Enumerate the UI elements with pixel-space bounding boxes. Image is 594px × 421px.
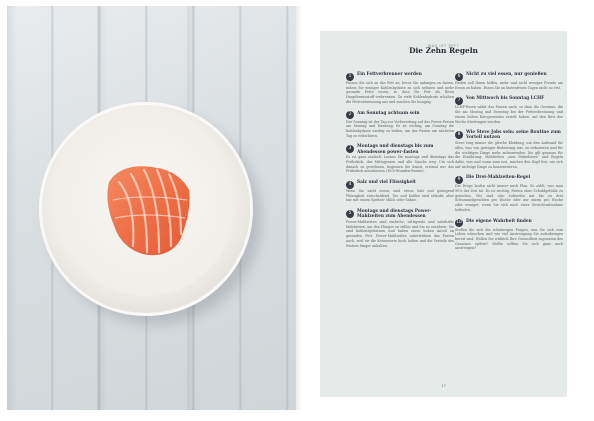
- rule-item: 3 Montags und dienstags bis zum Abendess…: [346, 144, 454, 174]
- rule-number-badge: 1: [346, 72, 354, 81]
- rule-item: 6 Nicht zu viel essen, nur genießen Fast…: [455, 72, 563, 90]
- rule-body: Power-Mahlzeiten sind einfache, sättigen…: [346, 220, 454, 248]
- rule-body: Die Drogs laufen nicht immer nach Plan. …: [455, 184, 563, 212]
- rule-item: 5 Montags und dienstags Power-Mahlzeiten…: [346, 209, 454, 248]
- wood-plank-shadow: [7, 6, 17, 410]
- rule-title: Am Sonntag achtsam sein: [357, 110, 420, 116]
- rule-number-badge: 6: [455, 72, 463, 81]
- rule-body: Fasten soll Ihnen helfen, mehr und nicht…: [455, 81, 563, 90]
- rule-title: Wie Steve Jobs sein: seine Routine zum V…: [466, 130, 561, 141]
- rule-number-badge: 5: [346, 209, 354, 218]
- rule-number-badge: 7: [455, 96, 463, 105]
- salmon-plate-photo: [7, 6, 296, 410]
- rule-title: Von Mittwoch bis Sonntag LCHF: [466, 96, 545, 102]
- book-gutter: [296, 6, 302, 410]
- rule-item: 7 Von Mittwoch bis Sonntag LCHF LCHF-Ess…: [455, 96, 563, 124]
- rule-item: 10 Die eigene Wahrheit finden Stellen Si…: [455, 219, 563, 252]
- rule-body: Der Sonntag ist der Tag zur Vorbereitung…: [346, 119, 454, 138]
- rule-title: Montags und dienstags bis zum Abendessen…: [357, 144, 434, 155]
- rule-item: 8 Wie Steve Jobs sein: seine Routine zum…: [455, 130, 563, 169]
- plate: [39, 102, 253, 316]
- rule-title: Die Drei-Mahlzeiten-Regel: [466, 175, 531, 181]
- rule-number-badge: 8: [455, 130, 463, 139]
- rule-body: Wenn Sie nicht essen, sind etwas Salz un…: [346, 189, 454, 203]
- rule-body: Stellen Sie sich die schwierigen Fragen,…: [455, 227, 563, 251]
- book-spread: WAS IST PPF? Die Zehn Regeln 1 Ein Fettv…: [0, 0, 594, 421]
- rule-body: LCHF-Essen nährt das Fasten nach, so das…: [455, 105, 563, 124]
- rule-item: 9 Die Drei-Mahlzeiten-Regel Die Drogs la…: [455, 175, 563, 212]
- rule-number-badge: 10: [455, 219, 463, 228]
- rule-number-badge: 9: [455, 175, 463, 184]
- rules-page: WAS IST PPF? Die Zehn Regeln 1 Ein Fettv…: [320, 31, 567, 397]
- rules-column-left: 1 Ein Fettverbrenner werden Passen Sie s…: [346, 72, 454, 254]
- salmon-fillet-icon: [107, 166, 190, 256]
- rules-column-right: 6 Nicht zu viel essen, nur genießen Fast…: [455, 72, 563, 257]
- rule-item: 2 Am Sonntag achtsam sein Der Sonntag is…: [346, 111, 454, 139]
- rule-body: Passen Sie sich an das Fett an, bevor Si…: [346, 81, 454, 104]
- rule-item: 1 Ein Fettverbrenner werden Passen Sie s…: [346, 72, 454, 105]
- rule-title: Ein Fettverbrenner werden: [357, 72, 422, 77]
- rule-number-badge: 4: [346, 180, 354, 189]
- rule-item: 4 Salz und viel Flüssigkeit Wenn Sie nic…: [346, 180, 454, 203]
- rule-number-badge: 2: [346, 111, 354, 120]
- rule-body: Es ist ganz einfach: Lassen Sie montags …: [346, 155, 454, 174]
- page-number: 17: [441, 383, 446, 388]
- rule-title: Die eigene Wahrheit finden: [466, 218, 532, 224]
- rule-title: Salz und viel Flüssigkeit: [357, 180, 416, 186]
- rule-title: Montags und dienstags Power-Mahlzeiten z…: [357, 209, 432, 220]
- rule-title: Nicht zu viel essen, nur genießen: [466, 72, 547, 77]
- page-title: Die Zehn Regeln: [409, 46, 478, 55]
- rule-number-badge: 3: [346, 144, 354, 153]
- rule-body: Steve trug immer die gleiche Kleidung, u…: [455, 141, 563, 169]
